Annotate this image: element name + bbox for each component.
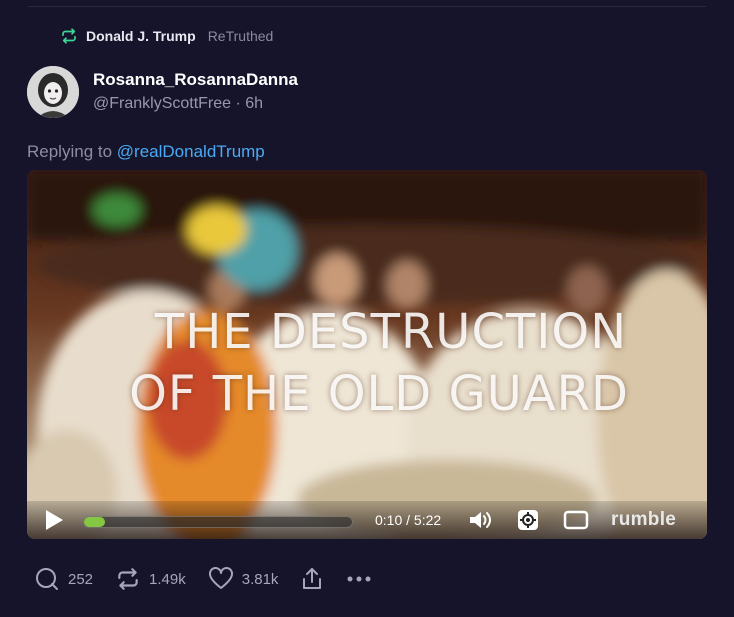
- post-author: Rosanna_RosannaDanna @FranklyScottFree ·…: [27, 66, 298, 118]
- share-action[interactable]: [300, 566, 324, 592]
- reply-context: Replying to @realDonaldTrump: [27, 142, 265, 162]
- video-player[interactable]: THE DESTRUCTION OF THE OLD GUARD 0:10 / …: [27, 170, 707, 539]
- play-button[interactable]: [41, 509, 67, 531]
- theater-mode-button[interactable]: [562, 509, 590, 531]
- progress-fill: [84, 517, 106, 527]
- author-handle-time: @FranklyScottFree · 6h: [93, 95, 264, 112]
- video-controls: 0:10 / 5:22 rumble: [27, 501, 707, 539]
- author-handle[interactable]: @FranklyScottFree: [93, 95, 231, 112]
- gear-icon: [518, 510, 538, 530]
- retruth-author-name[interactable]: Donald J. Trump: [86, 28, 196, 44]
- video-overlay-line-2: OF THE OLD GUARD: [129, 366, 629, 422]
- author-name[interactable]: Rosanna_RosannaDanna: [93, 69, 298, 91]
- reply-mention-link[interactable]: @realDonaldTrump: [117, 142, 265, 161]
- progress-bar[interactable]: [83, 516, 353, 528]
- play-icon: [46, 510, 63, 530]
- like-count: 3.81k: [241, 570, 279, 588]
- more-options-button[interactable]: [346, 575, 372, 583]
- heart-icon: [208, 567, 233, 589]
- settings-button[interactable]: [515, 509, 541, 531]
- video-overlay-line-1: THE DESTRUCTION: [154, 304, 628, 360]
- retruth-action-icon: [118, 568, 138, 590]
- reply-action[interactable]: 252: [34, 566, 93, 592]
- rumble-logo[interactable]: rumble: [611, 509, 676, 531]
- volume-icon: [470, 512, 491, 528]
- theater-icon: [563, 510, 589, 530]
- comment-icon: [36, 568, 58, 590]
- reply-prefix: Replying to: [27, 142, 113, 161]
- retruth-action[interactable]: 1.49k: [115, 566, 186, 592]
- avatar[interactable]: [27, 66, 79, 118]
- retruth-count: 1.49k: [149, 570, 186, 588]
- retruth-label: ReTruthed: [207, 28, 274, 44]
- like-action[interactable]: 3.81k: [208, 567, 279, 591]
- post-actions: 252 1.49k 3.81k: [34, 566, 394, 592]
- volume-button[interactable]: [468, 509, 494, 531]
- share-icon: [303, 568, 322, 589]
- reply-count: 252: [68, 570, 94, 588]
- more-icon: [347, 576, 371, 582]
- top-divider: [28, 6, 706, 7]
- post-time: 6h: [245, 95, 264, 112]
- retruth-header: Donald J. Trump ReTruthed: [60, 26, 273, 46]
- time-display: 0:10 / 5:22: [375, 512, 442, 528]
- retruth-icon: [60, 27, 78, 45]
